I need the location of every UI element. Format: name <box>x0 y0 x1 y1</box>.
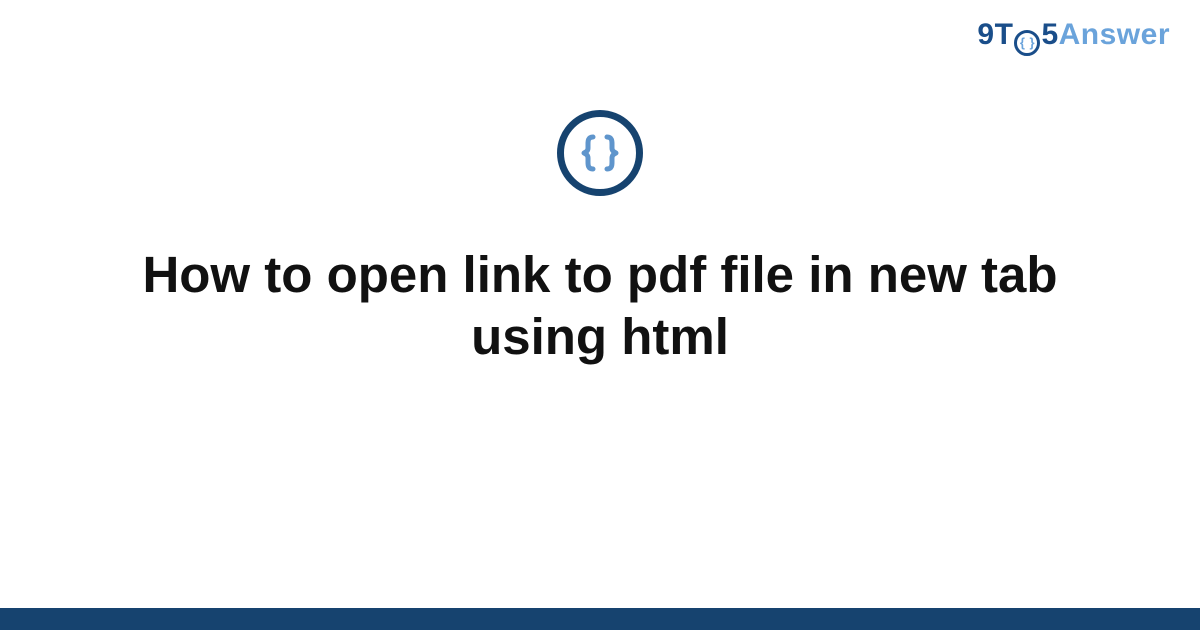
hero-area: How to open link to pdf file in new tab … <box>0 110 1200 368</box>
logo-answer: Answer <box>1059 18 1170 51</box>
logo-t: T <box>995 18 1014 51</box>
site-logo: 9T{ }5Answer <box>977 18 1170 56</box>
footer-bar <box>0 608 1200 630</box>
logo-five: 5 <box>1041 18 1058 51</box>
page-title: How to open link to pdf file in new tab … <box>70 244 1130 368</box>
logo-o-badge: { } <box>1014 30 1040 56</box>
code-braces-icon <box>557 110 643 196</box>
logo-nine: 9 <box>977 18 994 51</box>
braces-svg <box>576 129 624 177</box>
